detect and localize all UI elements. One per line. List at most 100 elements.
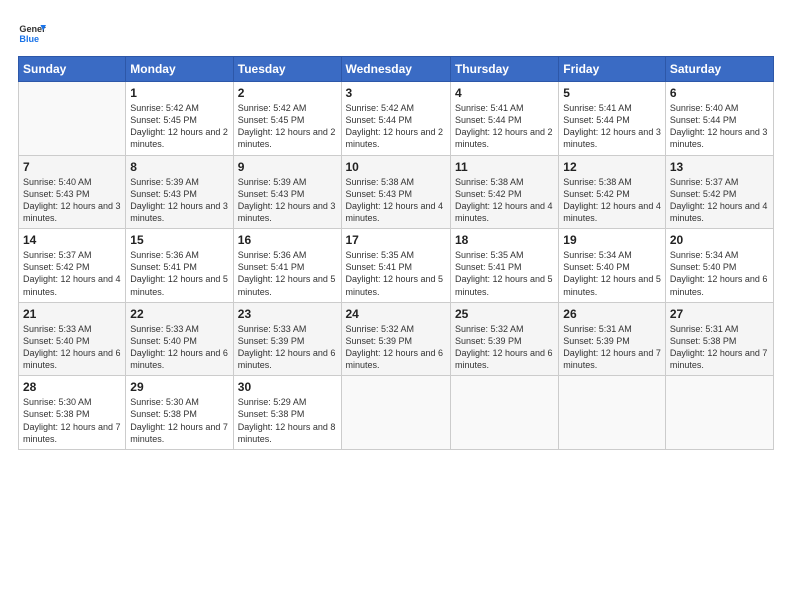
calendar-header-tuesday: Tuesday	[233, 57, 341, 82]
calendar-day-cell	[19, 82, 126, 156]
day-info: Sunrise: 5:37 AMSunset: 5:42 PMDaylight:…	[670, 176, 769, 225]
day-info: Sunrise: 5:36 AMSunset: 5:41 PMDaylight:…	[130, 249, 228, 298]
day-info: Sunrise: 5:30 AMSunset: 5:38 PMDaylight:…	[130, 396, 228, 445]
calendar-week-row: 28 Sunrise: 5:30 AMSunset: 5:38 PMDayligh…	[19, 376, 774, 450]
calendar-day-cell	[450, 376, 558, 450]
calendar-day-cell: 25 Sunrise: 5:32 AMSunset: 5:39 PMDayligh…	[450, 302, 558, 376]
svg-text:Blue: Blue	[19, 34, 39, 44]
calendar-day-cell: 24 Sunrise: 5:32 AMSunset: 5:39 PMDayligh…	[341, 302, 450, 376]
day-info: Sunrise: 5:34 AMSunset: 5:40 PMDaylight:…	[563, 249, 661, 298]
day-number: 20	[670, 233, 769, 247]
day-number: 8	[130, 160, 228, 174]
day-info: Sunrise: 5:41 AMSunset: 5:44 PMDaylight:…	[455, 102, 554, 151]
calendar-day-cell: 5 Sunrise: 5:41 AMSunset: 5:44 PMDaylight…	[559, 82, 666, 156]
calendar-header-thursday: Thursday	[450, 57, 558, 82]
day-info: Sunrise: 5:31 AMSunset: 5:39 PMDaylight:…	[563, 323, 661, 372]
day-info: Sunrise: 5:40 AMSunset: 5:43 PMDaylight:…	[23, 176, 121, 225]
calendar-day-cell: 26 Sunrise: 5:31 AMSunset: 5:39 PMDayligh…	[559, 302, 666, 376]
day-info: Sunrise: 5:41 AMSunset: 5:44 PMDaylight:…	[563, 102, 661, 151]
day-info: Sunrise: 5:35 AMSunset: 5:41 PMDaylight:…	[346, 249, 446, 298]
calendar-week-row: 1 Sunrise: 5:42 AMSunset: 5:45 PMDaylight…	[19, 82, 774, 156]
day-info: Sunrise: 5:30 AMSunset: 5:38 PMDaylight:…	[23, 396, 121, 445]
logo: General Blue	[18, 18, 46, 46]
day-number: 4	[455, 86, 554, 100]
calendar-header-monday: Monday	[126, 57, 233, 82]
day-number: 16	[238, 233, 337, 247]
calendar-week-row: 14 Sunrise: 5:37 AMSunset: 5:42 PMDayligh…	[19, 229, 774, 303]
calendar-day-cell: 2 Sunrise: 5:42 AMSunset: 5:45 PMDaylight…	[233, 82, 341, 156]
day-info: Sunrise: 5:40 AMSunset: 5:44 PMDaylight:…	[670, 102, 769, 151]
calendar-day-cell: 14 Sunrise: 5:37 AMSunset: 5:42 PMDayligh…	[19, 229, 126, 303]
calendar-day-cell: 22 Sunrise: 5:33 AMSunset: 5:40 PMDayligh…	[126, 302, 233, 376]
calendar-day-cell: 28 Sunrise: 5:30 AMSunset: 5:38 PMDayligh…	[19, 376, 126, 450]
day-info: Sunrise: 5:33 AMSunset: 5:40 PMDaylight:…	[130, 323, 228, 372]
calendar-day-cell: 12 Sunrise: 5:38 AMSunset: 5:42 PMDayligh…	[559, 155, 666, 229]
calendar-day-cell	[559, 376, 666, 450]
day-number: 24	[346, 307, 446, 321]
day-number: 5	[563, 86, 661, 100]
day-number: 22	[130, 307, 228, 321]
calendar-header-saturday: Saturday	[665, 57, 773, 82]
day-info: Sunrise: 5:36 AMSunset: 5:41 PMDaylight:…	[238, 249, 337, 298]
day-info: Sunrise: 5:29 AMSunset: 5:38 PMDaylight:…	[238, 396, 337, 445]
calendar-day-cell: 30 Sunrise: 5:29 AMSunset: 5:38 PMDayligh…	[233, 376, 341, 450]
day-number: 18	[455, 233, 554, 247]
logo-icon: General Blue	[18, 18, 46, 46]
day-number: 14	[23, 233, 121, 247]
calendar-header-sunday: Sunday	[19, 57, 126, 82]
day-info: Sunrise: 5:39 AMSunset: 5:43 PMDaylight:…	[238, 176, 337, 225]
day-info: Sunrise: 5:32 AMSunset: 5:39 PMDaylight:…	[346, 323, 446, 372]
day-info: Sunrise: 5:42 AMSunset: 5:44 PMDaylight:…	[346, 102, 446, 151]
header: General Blue	[18, 18, 774, 46]
day-info: Sunrise: 5:39 AMSunset: 5:43 PMDaylight:…	[130, 176, 228, 225]
day-info: Sunrise: 5:33 AMSunset: 5:39 PMDaylight:…	[238, 323, 337, 372]
calendar-day-cell: 6 Sunrise: 5:40 AMSunset: 5:44 PMDaylight…	[665, 82, 773, 156]
day-number: 21	[23, 307, 121, 321]
day-info: Sunrise: 5:34 AMSunset: 5:40 PMDaylight:…	[670, 249, 769, 298]
day-info: Sunrise: 5:42 AMSunset: 5:45 PMDaylight:…	[130, 102, 228, 151]
calendar-day-cell: 17 Sunrise: 5:35 AMSunset: 5:41 PMDayligh…	[341, 229, 450, 303]
day-info: Sunrise: 5:37 AMSunset: 5:42 PMDaylight:…	[23, 249, 121, 298]
day-number: 10	[346, 160, 446, 174]
day-info: Sunrise: 5:38 AMSunset: 5:43 PMDaylight:…	[346, 176, 446, 225]
day-number: 28	[23, 380, 121, 394]
calendar-day-cell: 3 Sunrise: 5:42 AMSunset: 5:44 PMDaylight…	[341, 82, 450, 156]
calendar-day-cell: 15 Sunrise: 5:36 AMSunset: 5:41 PMDayligh…	[126, 229, 233, 303]
calendar-day-cell: 23 Sunrise: 5:33 AMSunset: 5:39 PMDayligh…	[233, 302, 341, 376]
calendar-day-cell: 29 Sunrise: 5:30 AMSunset: 5:38 PMDayligh…	[126, 376, 233, 450]
day-info: Sunrise: 5:32 AMSunset: 5:39 PMDaylight:…	[455, 323, 554, 372]
day-number: 25	[455, 307, 554, 321]
calendar-day-cell: 9 Sunrise: 5:39 AMSunset: 5:43 PMDaylight…	[233, 155, 341, 229]
day-number: 26	[563, 307, 661, 321]
day-info: Sunrise: 5:38 AMSunset: 5:42 PMDaylight:…	[455, 176, 554, 225]
day-number: 17	[346, 233, 446, 247]
page: General Blue SundayMondayTuesdayWednesda…	[0, 0, 792, 612]
day-info: Sunrise: 5:33 AMSunset: 5:40 PMDaylight:…	[23, 323, 121, 372]
calendar-header-wednesday: Wednesday	[341, 57, 450, 82]
day-number: 19	[563, 233, 661, 247]
day-info: Sunrise: 5:38 AMSunset: 5:42 PMDaylight:…	[563, 176, 661, 225]
day-info: Sunrise: 5:35 AMSunset: 5:41 PMDaylight:…	[455, 249, 554, 298]
day-number: 3	[346, 86, 446, 100]
calendar-day-cell: 18 Sunrise: 5:35 AMSunset: 5:41 PMDayligh…	[450, 229, 558, 303]
calendar-day-cell	[341, 376, 450, 450]
day-number: 9	[238, 160, 337, 174]
calendar-day-cell: 8 Sunrise: 5:39 AMSunset: 5:43 PMDaylight…	[126, 155, 233, 229]
day-number: 23	[238, 307, 337, 321]
day-number: 29	[130, 380, 228, 394]
day-number: 1	[130, 86, 228, 100]
day-number: 6	[670, 86, 769, 100]
calendar-day-cell: 4 Sunrise: 5:41 AMSunset: 5:44 PMDaylight…	[450, 82, 558, 156]
day-number: 30	[238, 380, 337, 394]
day-number: 7	[23, 160, 121, 174]
calendar-day-cell: 27Sunrise: 5:31 AMSunset: 5:38 PMDayligh…	[665, 302, 773, 376]
calendar-day-cell: 1 Sunrise: 5:42 AMSunset: 5:45 PMDaylight…	[126, 82, 233, 156]
calendar: SundayMondayTuesdayWednesdayThursdayFrid…	[18, 56, 774, 450]
calendar-day-cell: 10 Sunrise: 5:38 AMSunset: 5:43 PMDayligh…	[341, 155, 450, 229]
day-number: 15	[130, 233, 228, 247]
day-number: 2	[238, 86, 337, 100]
day-number: 11	[455, 160, 554, 174]
day-info: Sunrise: 5:42 AMSunset: 5:45 PMDaylight:…	[238, 102, 337, 151]
calendar-header-row: SundayMondayTuesdayWednesdayThursdayFrid…	[19, 57, 774, 82]
day-number: 12	[563, 160, 661, 174]
